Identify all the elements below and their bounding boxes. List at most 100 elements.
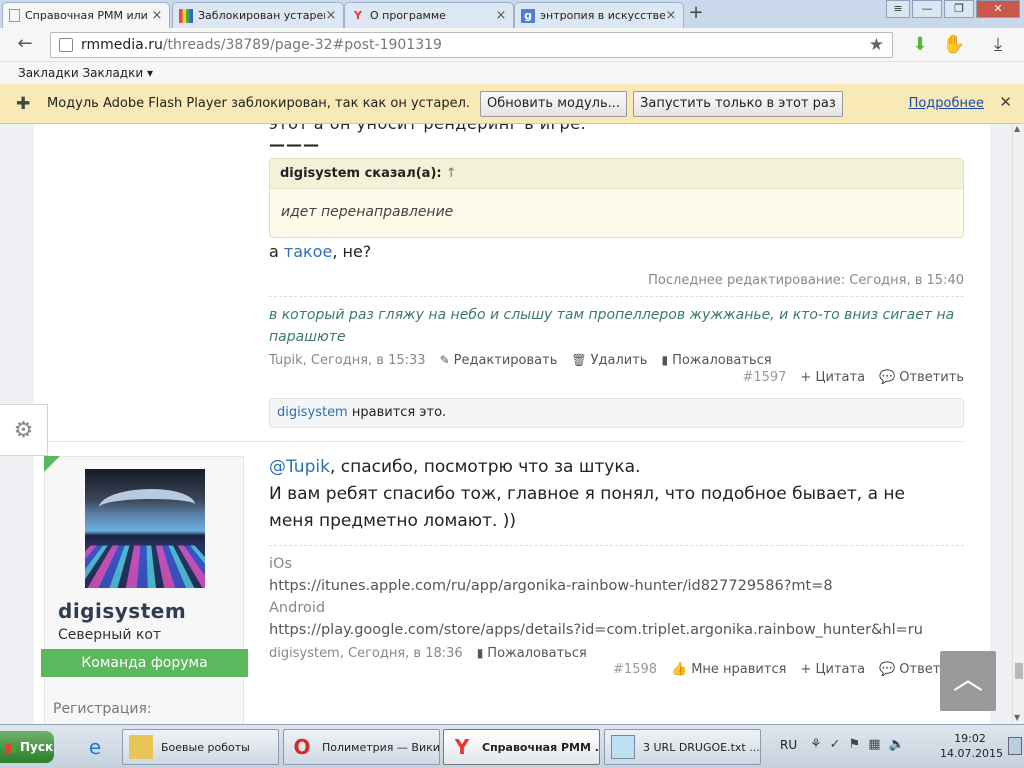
- run-once-button[interactable]: Запустить только в этот раз: [633, 90, 843, 117]
- bookmarks-menu[interactable]: Закладки Закладки ▾: [18, 66, 153, 80]
- post-reply-text: а такое, не?: [269, 238, 371, 265]
- tab-flash-blocked[interactable]: Заблокирован устаревш ×: [172, 2, 344, 28]
- start-button[interactable]: Пуск: [0, 731, 54, 763]
- close-icon[interactable]: ×: [495, 8, 507, 23]
- tab-label: Заблокирован устаревш: [198, 9, 325, 22]
- avatar-grid: [85, 545, 205, 588]
- scrollbar-thumb[interactable]: [1015, 663, 1023, 679]
- staff-badge: Команда форума: [41, 649, 248, 677]
- infobar-message: Модуль Adobe Flash Player заблокирован, …: [47, 96, 471, 111]
- flag-icon[interactable]: ⚑: [849, 737, 861, 752]
- scroll-down-arrow-icon[interactable]: ▼: [1014, 713, 1020, 722]
- close-icon[interactable]: ×: [151, 8, 163, 23]
- edit-button[interactable]: ✎ Редактировать: [440, 353, 558, 368]
- post-number[interactable]: #1598: [613, 662, 657, 677]
- minimize-button[interactable]: —: [912, 0, 942, 18]
- opera-icon: O: [293, 735, 311, 759]
- scroll-top-button[interactable]: ︿: [940, 651, 996, 711]
- task-label: Справочная РММ ...: [482, 740, 600, 754]
- task-notepad[interactable]: 3 URL DRUGOE.txt ...: [604, 729, 761, 765]
- language-indicator[interactable]: RU: [780, 738, 797, 752]
- update-plugin-button[interactable]: Обновить модуль...: [480, 90, 628, 117]
- post-body: @Tupik, спасибо, посмотрю что за штука. …: [269, 454, 905, 535]
- signature: в который раз гляжу на небо и слышу там …: [269, 307, 955, 345]
- delete-button[interactable]: 🗑 Удалить: [571, 353, 647, 368]
- google-icon: g: [521, 8, 535, 23]
- reply-button[interactable]: 💬 Ответить: [879, 370, 964, 385]
- clock[interactable]: 19:02 14.07.2015: [940, 731, 1003, 761]
- username[interactable]: digisystem: [58, 599, 186, 623]
- mention-link[interactable]: @Tupik: [269, 457, 330, 477]
- user-title: Северный кот: [58, 627, 162, 643]
- close-icon[interactable]: ✕: [999, 93, 1012, 111]
- report-label: Пожаловаться: [672, 353, 772, 368]
- report-button[interactable]: ▮ Пожаловаться: [661, 353, 771, 368]
- tab-entropy[interactable]: g энтропия в искусстве - ×: [514, 2, 684, 28]
- window-controls: ≡ — ❐ ✕: [884, 0, 1020, 20]
- volume-icon[interactable]: 🔈: [889, 737, 905, 752]
- scroll-up-arrow-icon[interactable]: ▲: [1014, 124, 1020, 133]
- likes-user[interactable]: digisystem: [277, 405, 348, 420]
- address-bar[interactable]: rmmedia.ru/threads/38789/page-32#post-19…: [50, 32, 893, 58]
- google-blocked-icon: [179, 8, 193, 23]
- more-info-link[interactable]: Подробнее: [909, 96, 984, 111]
- avatar[interactable]: [85, 469, 205, 588]
- quote-button[interactable]: + Цитата: [800, 662, 865, 677]
- thumbs-up-icon: 👍: [671, 662, 688, 677]
- reply-link[interactable]: такое: [284, 242, 332, 261]
- bookmark-star-icon[interactable]: ★: [869, 35, 884, 55]
- task-opera[interactable]: O Полиметрия — Вики...: [283, 729, 440, 765]
- hand-extension-icon[interactable]: ✋: [942, 33, 966, 57]
- speech-bubble-icon: 💬: [879, 370, 896, 385]
- downloads-icon[interactable]: ⤓: [986, 33, 1010, 57]
- post-author-time[interactable]: Tupik, Сегодня, в 15:33: [269, 353, 426, 368]
- close-icon[interactable]: ×: [325, 8, 337, 23]
- task-yandex-browser[interactable]: Y Справочная РММ ...: [443, 729, 600, 765]
- tray-app-icon[interactable]: ⚘: [810, 737, 822, 752]
- page-info-icon[interactable]: [59, 38, 73, 52]
- task-folder[interactable]: Боевые роботы: [122, 729, 279, 765]
- like-button[interactable]: 👍 Мне нравится: [671, 662, 786, 677]
- report-button[interactable]: ▮ Пожаловаться: [477, 646, 587, 661]
- quote-button[interactable]: + Цитата: [800, 370, 865, 385]
- tab-label: Справочная РММ или Д: [25, 9, 151, 22]
- tab-about[interactable]: Y О программе ×: [344, 2, 514, 28]
- post-line-2: И вам ребят спасибо тож, главное я понял…: [269, 484, 906, 504]
- likes-bar: digisystem нравится это.: [269, 398, 964, 428]
- security-shield-icon[interactable]: ✓: [830, 737, 841, 752]
- avatar-wave: [99, 489, 195, 523]
- task-label: 3 URL DRUGOE.txt ...: [643, 740, 760, 754]
- last-edited: Последнее редактирование: Сегодня, в 15:…: [648, 273, 964, 288]
- quote-jump-icon[interactable]: ↑: [446, 166, 457, 181]
- maximize-button[interactable]: ❐: [944, 0, 974, 18]
- sig-android-url[interactable]: https://play.google.com/store/apps/detai…: [269, 619, 923, 641]
- show-desktop-button[interactable]: [1008, 737, 1022, 755]
- close-icon[interactable]: ×: [665, 8, 677, 23]
- network-icon[interactable]: ▦: [868, 737, 880, 752]
- task-label: Полиметрия — Вики...: [322, 740, 440, 754]
- post-author-time[interactable]: digisystem, Сегодня, в 18:36: [269, 646, 463, 661]
- online-indicator: [44, 456, 60, 472]
- signature-divider: [269, 296, 964, 297]
- window-close-button[interactable]: ✕: [976, 0, 1020, 18]
- internet-explorer-icon[interactable]: e: [80, 731, 110, 763]
- post-number[interactable]: #1597: [742, 370, 786, 385]
- signature: iOs https://itunes.apple.com/ru/app/argo…: [269, 553, 923, 641]
- post-line-1-text: , спасибо, посмотрю что за штука.: [329, 457, 641, 477]
- sig-ios-label: iOs: [269, 556, 292, 572]
- user-icon[interactable]: ≡: [886, 0, 910, 18]
- back-arrow-icon[interactable]: ←: [14, 34, 36, 56]
- new-tab-button[interactable]: +: [686, 4, 706, 23]
- sig-ios-url[interactable]: https://itunes.apple.com/ru/app/argonika…: [269, 575, 923, 597]
- url-host: rmmedia.ru: [81, 37, 163, 53]
- vertical-scrollbar[interactable]: ▲ ▼: [1012, 124, 1024, 724]
- likes-text: нравится это.: [347, 405, 447, 420]
- gear-icon[interactable]: ⚙: [0, 404, 48, 456]
- tab-strip: Справочная РММ или Д × Заблокирован уста…: [0, 0, 1024, 28]
- folder-icon: [129, 735, 153, 759]
- tab-rmm[interactable]: Справочная РММ или Д ×: [2, 2, 170, 28]
- flash-infobar: ✚ Модуль Adobe Flash Player заблокирован…: [0, 84, 1024, 124]
- download-extension-icon[interactable]: ⬇: [908, 33, 932, 57]
- system-tray: ⚘ ✓ ⚑ ▦ 🔈: [810, 737, 905, 752]
- browser-toolbar: ← rmmedia.ru/threads/38789/page-32#post-…: [0, 28, 1024, 62]
